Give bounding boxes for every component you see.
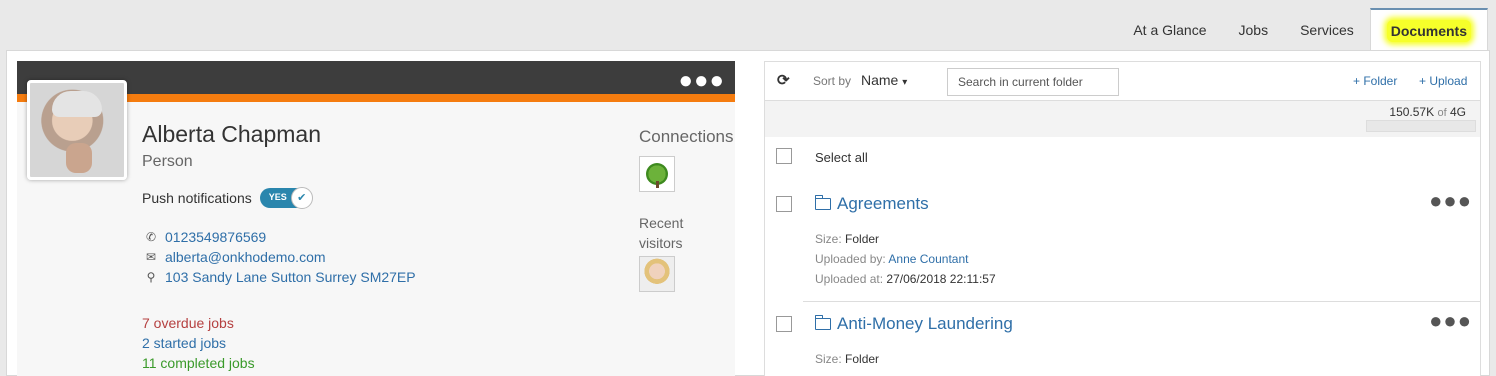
overdue-jobs-link[interactable]: 7 overdue jobs <box>142 315 234 331</box>
avatar <box>27 80 127 180</box>
contact-type: Person <box>142 153 193 170</box>
push-notifications-toggle[interactable]: YES ✔ <box>259 187 313 209</box>
sort-by-label: Sort by <box>813 74 852 88</box>
row-checkbox[interactable] <box>776 316 792 332</box>
documents-toolbar: ⟳ Sort by Name ▾ + Folder + Upload <box>765 62 1480 101</box>
recent-visitors-line1: Recent <box>639 215 684 231</box>
storage-usage: 150.57K of 4G <box>765 101 1480 137</box>
started-jobs-link[interactable]: 2 started jobs <box>142 335 226 351</box>
documents-panel: ⟳ Sort by Name ▾ + Folder + Upload 150.5… <box>764 61 1481 376</box>
address-row: ⚲ 103 Sandy Lane Sutton Surrey SM27EP <box>145 269 416 285</box>
connection-logo[interactable] <box>639 156 675 192</box>
folder-link[interactable]: Agreements <box>814 194 929 214</box>
connections-heading: Connections <box>639 127 734 146</box>
check-icon: ✔ <box>290 187 313 209</box>
storage-of: of <box>1437 107 1447 119</box>
caret-down-icon: ▾ <box>902 77 908 88</box>
content-container: ●●● Alberta Chapman Person Push notifica… <box>6 50 1490 376</box>
phone-icon: ✆ <box>145 230 157 244</box>
recent-visitors-heading: Recent visitors <box>639 213 683 253</box>
profile-panel: ●●● Alberta Chapman Person Push notifica… <box>17 61 735 376</box>
upload-button[interactable]: + Upload <box>1419 74 1467 88</box>
folder-icon <box>814 315 831 330</box>
sort-dropdown[interactable]: Name ▾ <box>861 72 907 88</box>
size-value: Folder <box>845 232 880 246</box>
uploaded-at-value: 27/06/2018 22:11:57 <box>886 272 996 286</box>
size-label: Size: <box>815 352 842 366</box>
tab-documents-label: Documents <box>1386 19 1471 42</box>
add-folder-button[interactable]: + Folder <box>1353 74 1397 88</box>
storage-total: 4G <box>1449 105 1466 119</box>
row-menu-icon[interactable]: ●●● <box>1429 308 1472 334</box>
storage-bar <box>1366 120 1476 132</box>
tab-bar: At a Glance Jobs Services Documents <box>1117 8 1488 51</box>
uploaded-by-meta: Uploaded by: Anne Countant <box>815 252 968 266</box>
size-label: Size: <box>815 232 842 246</box>
envelope-icon: ✉ <box>145 250 157 264</box>
phone-row: ✆ 0123549876569 <box>145 229 266 245</box>
push-notifications-label: Push notifications <box>142 190 252 206</box>
refresh-icon[interactable]: ⟳ <box>777 71 790 89</box>
email-row: ✉ alberta@onkhodemo.com <box>145 249 326 265</box>
tab-services[interactable]: Services <box>1284 8 1370 51</box>
profile-menu-icon[interactable]: ●●● <box>679 67 726 95</box>
size-meta: Size: Folder <box>815 232 879 246</box>
storage-text: 150.57K of 4G <box>1389 105 1466 119</box>
uploaded-at-meta: Uploaded at: 27/06/2018 22:11:57 <box>815 272 996 286</box>
search-input[interactable] <box>947 68 1119 96</box>
email-link[interactable]: alberta@onkhodemo.com <box>165 249 326 265</box>
select-all-checkbox[interactable] <box>776 148 792 164</box>
phone-link[interactable]: 0123549876569 <box>165 229 266 245</box>
row-menu-icon[interactable]: ●●● <box>1429 188 1472 214</box>
address-link[interactable]: 103 Sandy Lane Sutton Surrey SM27EP <box>165 269 416 285</box>
folder-name: Agreements <box>837 194 929 213</box>
toggle-state: YES <box>268 192 287 202</box>
uploaded-at-label: Uploaded at: <box>815 272 884 286</box>
size-meta: Size: Folder <box>815 352 879 366</box>
row-checkbox[interactable] <box>776 196 792 212</box>
tab-jobs[interactable]: Jobs <box>1223 8 1285 51</box>
sort-value: Name <box>861 72 899 88</box>
avatar-hair <box>52 91 102 117</box>
folder-name: Anti-Money Laundering <box>837 314 1013 333</box>
avatar-hand <box>66 143 92 173</box>
row-divider <box>803 301 1480 302</box>
completed-jobs-link[interactable]: 11 completed jobs <box>142 355 255 371</box>
contact-name: Alberta Chapman <box>142 121 321 147</box>
push-notifications: Push notifications YES ✔ <box>142 187 313 209</box>
select-all-label[interactable]: Select all <box>815 150 868 165</box>
folder-link[interactable]: Anti-Money Laundering <box>814 314 1013 334</box>
storage-used: 150.57K <box>1389 105 1435 119</box>
uploader-link[interactable]: Anne Countant <box>888 252 968 266</box>
recent-visitor-avatar[interactable] <box>639 256 675 292</box>
folder-icon <box>814 195 831 210</box>
tree-logo-icon <box>646 163 668 188</box>
recent-visitors-line2: visitors <box>639 235 683 251</box>
uploaded-by-label: Uploaded by: <box>815 252 886 266</box>
tab-documents[interactable]: Documents <box>1369 8 1488 51</box>
size-value: Folder <box>845 352 880 366</box>
map-marker-icon: ⚲ <box>146 270 156 284</box>
tab-at-a-glance[interactable]: At a Glance <box>1117 8 1222 51</box>
